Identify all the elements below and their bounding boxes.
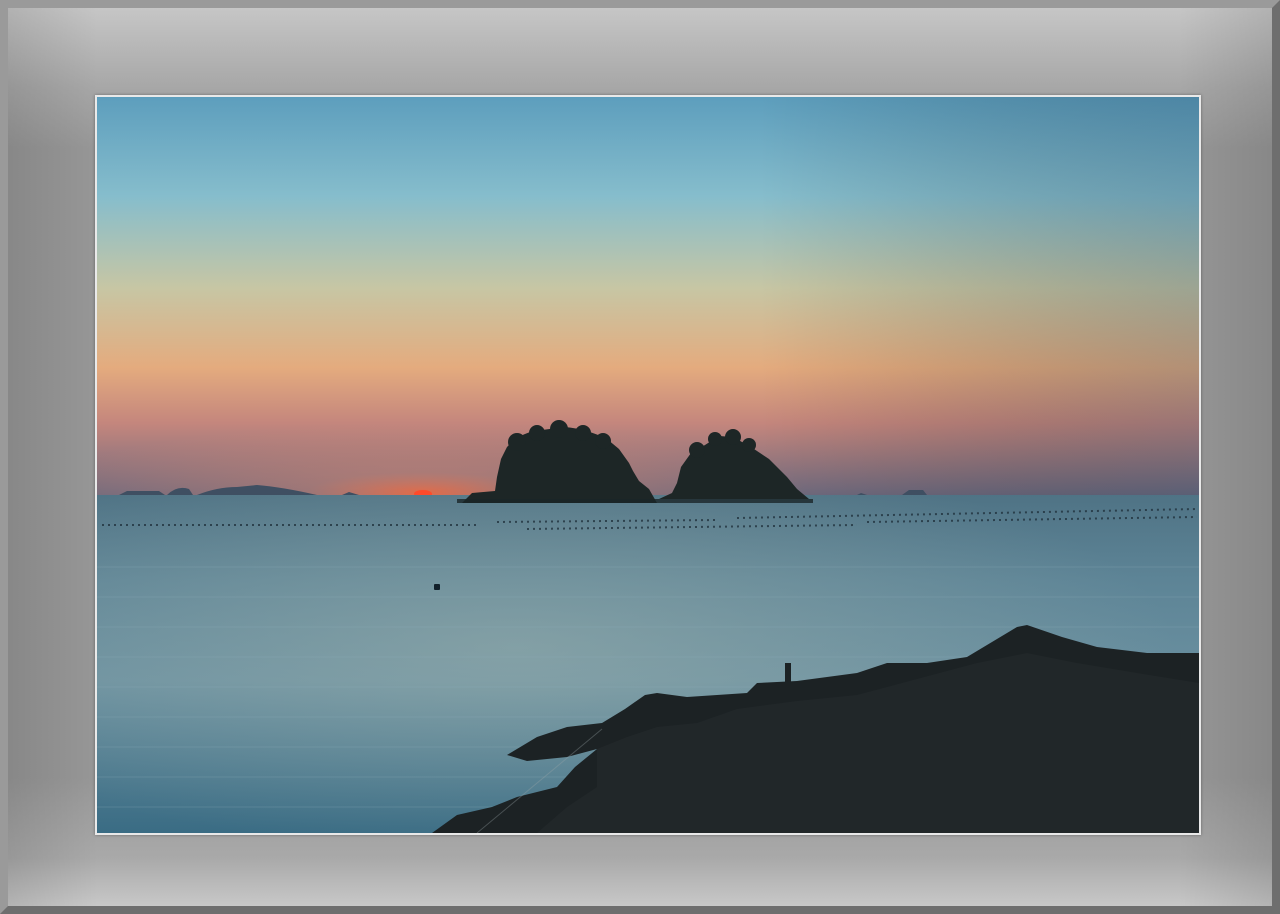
photo-mat — [95, 95, 1201, 835]
buoy-icon — [434, 584, 440, 590]
sunset-sea-photo — [97, 97, 1199, 833]
photo-frame — [0, 0, 1280, 914]
